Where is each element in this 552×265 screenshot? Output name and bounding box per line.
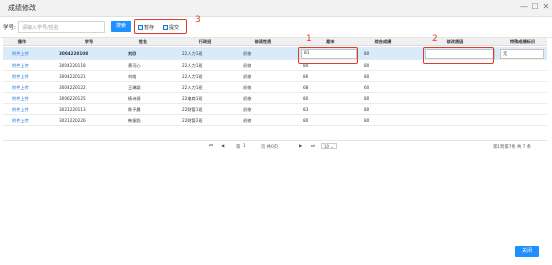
attachment-upload-link[interactable]: 附件上传 [12,51,29,57]
page-number-input[interactable]: 1 [243,144,246,149]
cell-nature: 初修 [243,107,252,112]
page-total: 页 共0页 [261,145,278,150]
cell-nature: 初修 [243,63,252,68]
cell-total: 60 [364,85,370,90]
cell-total: 80 [364,96,370,101]
title-bar: 成绩修改 — ☐ ✕ [0,0,552,17]
first-page-icon[interactable]: ⏮ [209,144,213,149]
table-row[interactable]: 附件上传 3021220226 韩振銘 22财管2班 初修 80 80 [3,116,547,126]
cell-nature: 初修 [243,51,252,56]
cell-sid: 3004220121 [59,74,86,79]
table-header: 操作 学号 姓名 行政班 修读性质 期末 综合成绩 修改原因 特殊成绩标识 [3,38,547,46]
page-size-value: 10 [324,144,330,149]
special-flag-select[interactable]: 无 [500,49,544,59]
score-edit-window: 成绩修改 — ☐ ✕ 学号: 请输入学号/姓名 搜索 暂存 提交 3 操作 学号… [0,0,552,265]
cell-class: 22人力1班 [182,74,203,79]
save-draft-button[interactable]: 暂存 [138,24,154,31]
cell-name: 刘皓 [128,74,137,79]
window-title: 成绩修改 [8,4,36,12]
page-label: 第 [236,145,241,150]
pagination-summary: 第1到第7条 共 7 条 [493,145,532,150]
search-input[interactable]: 请输入学号/姓名 [18,21,105,33]
cell-final[interactable]: 86 [303,74,308,79]
header-total: 综合成绩 [374,39,392,44]
cell-final[interactable]: 68 [303,85,308,90]
cell-final[interactable]: 83 [303,107,308,112]
table-row[interactable]: 附件上传 3004220122 王琳颖 22人力1班 初修 68 60 [3,83,547,93]
search-button[interactable]: 搜索 [111,21,131,32]
table-row[interactable]: 附件上传 3006220125 杨诗源 22电商1班 初修 80 80 [3,94,547,104]
attachment-upload-link[interactable]: 附件上传 [12,74,29,80]
cell-class: 22电商1班 [182,96,203,101]
save-icon [138,25,143,30]
cell-final[interactable]: 80 [303,118,308,123]
cell-class: 22财管1班 [182,107,203,112]
attachment-upload-link[interactable]: 附件上传 [12,118,29,124]
cell-nature: 初修 [243,118,252,123]
page-size-select[interactable]: 10 ⌄ [321,143,337,149]
cell-sid: 3021220226 [59,118,86,123]
header-nature: 修读性质 [254,39,272,44]
cell-sid: 3021220113 [59,107,86,112]
header-reason: 修改原因 [446,39,464,44]
cell-sid: 3006220125 [59,96,86,101]
cell-class: 22人力1班 [182,51,203,56]
cell-sid: 3004220122 [59,85,86,90]
cell-class: 22人力1班 [182,63,203,68]
attachment-upload-link[interactable]: 附件上传 [12,85,29,91]
table-row[interactable]: 附件上传 3004220121 刘皓 22人力1班 初修 86 80 [3,72,547,82]
cell-name: 王琳颖 [128,85,141,90]
annotation-2: 2 [432,34,438,44]
toolbar-annotation-box: 暂存 提交 [134,19,187,34]
student-id-label: 学号: [3,25,16,31]
cell-name: 韩振銘 [128,118,141,123]
last-page-icon[interactable]: ⏭ [311,144,315,149]
save-label: 暂存 [144,25,155,31]
attachment-upload-link[interactable]: 附件上传 [12,107,29,113]
cell-sid: 3004220108 [59,51,89,56]
close-button[interactable]: 关闭 [515,246,539,257]
header-final: 期末 [326,39,335,44]
submit-label: 提交 [169,25,180,31]
close-icon[interactable]: ✕ [541,2,551,11]
attachment-upload-link[interactable]: 附件上传 [12,96,29,102]
maximize-icon[interactable]: ☐ [530,2,540,11]
cell-final[interactable]: 80 [303,96,308,101]
cell-total: 80 [364,51,370,56]
annotation-3: 3 [195,15,201,25]
attachment-upload-link[interactable]: 附件上传 [12,63,29,69]
annotation-box-reason [423,47,494,64]
pagination-bar: ⏮ ◀ 第 1 页 共0页 ▶ ⏭ 10 ⌄ 第1到第7条 共 7 条 [3,140,547,150]
cell-total: 80 [364,107,370,112]
search-bar: 学号: 请输入学号/姓名 搜索 暂存 提交 3 [0,15,552,35]
cell-total: 80 [364,74,370,79]
header-sid: 学号 [84,39,94,44]
next-page-icon[interactable]: ▶ [299,144,302,149]
cell-name: 陈子晨 [128,107,141,112]
header-class: 行政班 [198,39,212,44]
submit-icon [163,25,168,30]
prev-page-icon[interactable]: ◀ [221,144,224,149]
annotation-1: 1 [306,34,312,44]
cell-class: 22财管2班 [182,118,203,123]
cell-nature: 初修 [243,85,252,90]
table-row[interactable]: 附件上传 3021220113 陈子晨 22财管1班 初修 83 80 [3,105,547,115]
minimize-icon[interactable]: — [519,2,529,11]
cell-name: 杨诗源 [128,96,141,101]
cell-name: 黄可心 [128,63,141,68]
header-name: 姓名 [138,39,148,44]
header-flag: 特殊成绩标识 [509,39,536,44]
cell-total: 80 [364,118,370,123]
cell-nature: 初修 [243,96,252,101]
header-action: 操作 [17,39,27,44]
cell-total: 80 [364,63,370,68]
cell-nature: 初修 [243,74,252,79]
annotation-box-final [298,47,358,64]
cell-name: 刘欣 [128,51,137,56]
submit-button[interactable]: 提交 [163,24,179,31]
cell-sid: 3004220118 [59,63,86,68]
cell-class: 22人力1班 [182,85,203,90]
